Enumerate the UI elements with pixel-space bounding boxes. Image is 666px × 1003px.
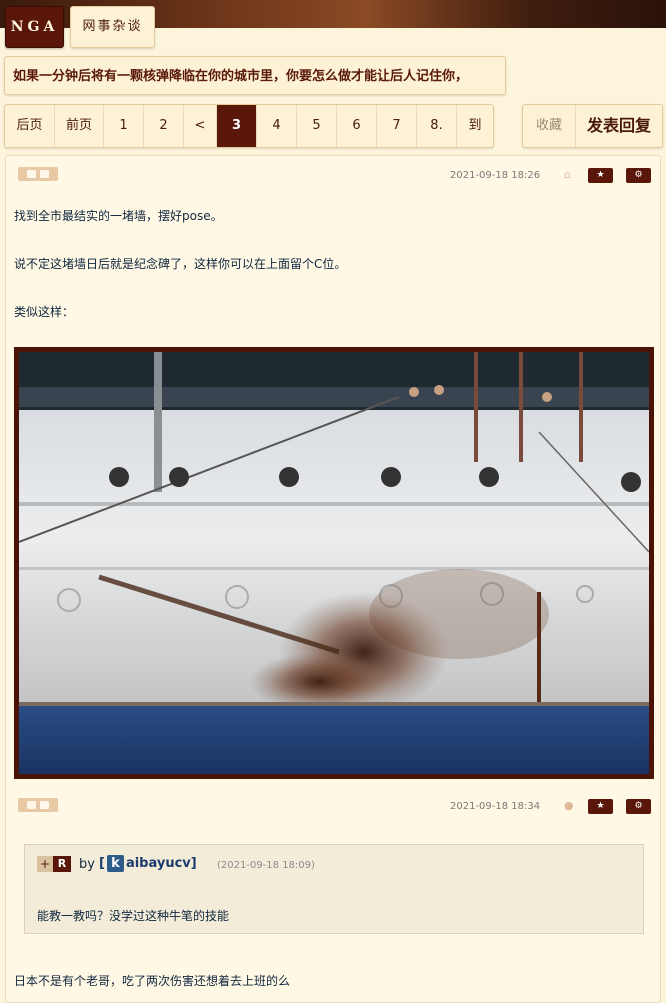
- quote-username[interactable]: [ k aibayucv ]: [99, 855, 197, 872]
- page-back-button[interactable]: <: [184, 105, 217, 147]
- apple-icon: ●: [564, 799, 574, 812]
- thumbs-up-icon[interactable]: [27, 170, 36, 178]
- page-1-button[interactable]: 1: [104, 105, 144, 147]
- page-goto-button[interactable]: 到: [457, 105, 493, 147]
- thread-title: 如果一分钟后将有一颗核弹降临在你的城市里，你要怎么做才能让后人记住你，: [4, 56, 506, 95]
- post-time: 2021-09-18 18:34: [450, 801, 541, 812]
- post-reply-button[interactable]: 发表回复: [576, 105, 662, 147]
- vote-buttons[interactable]: [18, 798, 58, 812]
- plus-icon[interactable]: +: [37, 856, 53, 872]
- ship-hull-photo: [19, 352, 649, 774]
- username-text[interactable]: aibayucv: [126, 856, 191, 871]
- star-icon[interactable]: ★: [588, 168, 613, 183]
- quote-time: (2021-09-18 18:09): [217, 860, 315, 871]
- forum-tab[interactable]: 网事杂谈: [70, 6, 155, 48]
- site-logo[interactable]: NGA: [5, 6, 64, 48]
- r-badge[interactable]: R: [53, 856, 71, 872]
- vote-buttons[interactable]: [18, 167, 58, 181]
- reply-text: 日本不是有个老哥，吃了两次伤害还想着去上班的么: [14, 974, 291, 988]
- gear-icon[interactable]: ⚙: [626, 799, 651, 814]
- bracket-close: ]: [190, 856, 197, 871]
- page-7-button[interactable]: 7: [377, 105, 417, 147]
- favorite-button[interactable]: 收藏: [523, 105, 576, 147]
- post-paragraph: 类似这样：: [14, 305, 75, 319]
- post-paragraph: 说不定这堵墙日后就是纪念碑了，这样你可以在上面留个C位。: [14, 257, 347, 271]
- page-next-button[interactable]: 后页: [5, 105, 55, 147]
- android-icon: ⌂: [564, 168, 571, 181]
- page-8-button[interactable]: 8.: [417, 105, 457, 147]
- page-2-button[interactable]: 2: [144, 105, 184, 147]
- post-image[interactable]: [14, 347, 654, 779]
- post: 2021-09-18 18:26 ⌂ ★ ⚙ 找到全市最结实的一堵墙，摆好pos…: [5, 155, 661, 1003]
- quote-block: + R by [ k aibayucv ] (2021-09-18 18:09)…: [24, 844, 644, 934]
- page-prev-button[interactable]: 前页: [55, 105, 104, 147]
- pagination: 后页 前页 1 2 < 3 4 5 6 7 8. 到: [4, 104, 494, 148]
- user-initial-badge: k: [106, 855, 124, 872]
- reputation-badge[interactable]: + R: [37, 856, 71, 872]
- page-4-button[interactable]: 4: [257, 105, 297, 147]
- quote-text: 能教一教吗？没学过这种牛笔的技能: [37, 909, 230, 923]
- bracket-open: [: [99, 856, 105, 871]
- page-5-button[interactable]: 5: [297, 105, 337, 147]
- thumbs-down-icon[interactable]: [40, 170, 49, 178]
- star-icon[interactable]: ★: [588, 799, 613, 814]
- thumbs-up-icon[interactable]: [27, 801, 36, 809]
- page-3-button[interactable]: 3: [217, 105, 257, 147]
- post-paragraph: 找到全市最结实的一堵墙，摆好pose。: [14, 209, 223, 223]
- page-6-button[interactable]: 6: [337, 105, 377, 147]
- gear-icon[interactable]: ⚙: [626, 168, 651, 183]
- post-time: 2021-09-18 18:26: [450, 170, 541, 181]
- thumbs-down-icon[interactable]: [40, 801, 49, 809]
- thread-actions: 收藏 发表回复: [522, 104, 663, 148]
- quote-by-label: by: [79, 857, 95, 872]
